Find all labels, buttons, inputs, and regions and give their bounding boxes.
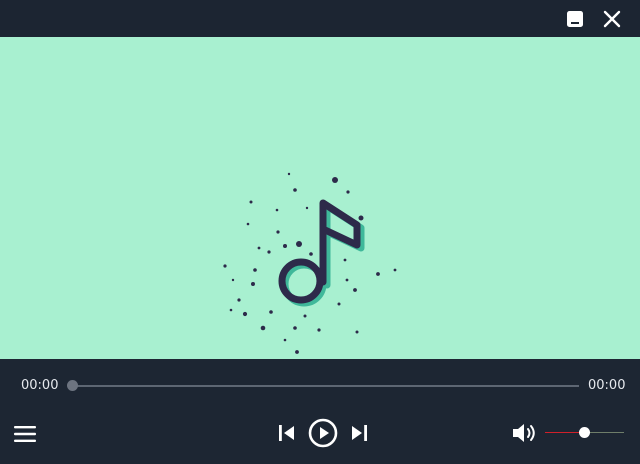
album-art-area [0,37,640,359]
total-time: 00:00 [588,378,626,393]
music-note-icon [223,172,397,354]
next-button[interactable] [348,422,370,444]
skip-next-icon [352,425,367,441]
play-button[interactable] [307,417,339,449]
volume-button[interactable] [511,420,539,446]
control-bar: 00:00 00:00 [0,359,640,464]
menu-button[interactable] [12,423,38,445]
previous-button[interactable] [276,422,298,444]
audio-player: 00:00 00:00 [0,0,640,464]
volume-handle[interactable] [579,427,590,438]
seek-bar[interactable] [72,385,579,387]
title-bar [0,0,640,37]
seek-handle[interactable] [66,380,78,391]
play-icon [308,418,338,448]
skip-previous-icon [279,425,294,441]
close-icon [603,10,621,28]
hamburger-menu-icon [14,426,36,442]
minimize-button[interactable] [563,7,587,31]
volume-icon [513,424,535,442]
current-time: 00:00 [21,378,59,393]
minimize-icon [567,11,583,27]
close-button[interactable] [600,7,624,31]
